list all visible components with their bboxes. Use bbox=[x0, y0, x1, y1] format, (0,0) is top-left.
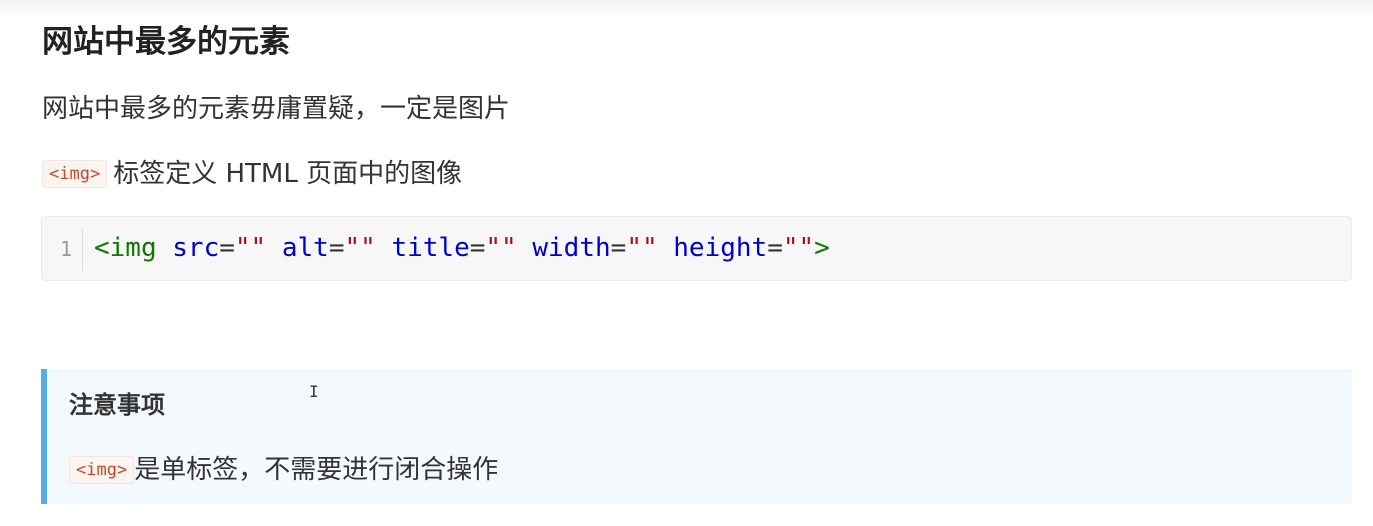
code-equals: = bbox=[469, 233, 486, 263]
code-attr-src: src bbox=[172, 233, 220, 263]
inline-code-img: <img> bbox=[69, 456, 135, 484]
code-attr-alt: alt bbox=[281, 233, 329, 263]
code-line[interactable]: <img src="" alt="" title="" width="" hei… bbox=[94, 231, 830, 265]
code-attr-height: height bbox=[673, 233, 768, 263]
callout-title: 注意事项 bbox=[69, 391, 165, 419]
code-attr-width: width bbox=[532, 233, 611, 263]
callout-body: <img> 是单标签，不需要进行闭合操作 bbox=[69, 453, 498, 487]
code-tag-open: <img bbox=[94, 233, 157, 263]
code-equals: = bbox=[767, 233, 783, 263]
code-string: "" bbox=[234, 233, 267, 263]
top-shadow bbox=[0, 0, 1373, 18]
code-string: "" bbox=[485, 233, 517, 263]
code-block[interactable]: 1 <img src="" alt="" title="" width="" h… bbox=[41, 216, 1352, 281]
callout-text: 是单标签，不需要进行闭合操作 bbox=[134, 455, 499, 485]
code-attr-title: title bbox=[391, 233, 470, 263]
code-gutter: 1 bbox=[42, 229, 83, 271]
code-string: "" bbox=[626, 233, 658, 263]
code-equals: = bbox=[610, 233, 627, 263]
img-description-text: 标签定义 HTML 页面中的图像 bbox=[113, 159, 463, 189]
code-tag-close: > bbox=[814, 233, 830, 263]
code-string: "" bbox=[782, 233, 815, 263]
intro-paragraph: 网站中最多的元素毋庸置疑，一定是图片 bbox=[42, 94, 511, 124]
line-number: 1 bbox=[59, 237, 72, 261]
document-page: 网站中最多的元素 网站中最多的元素毋庸置疑，一定是图片 <img> 标签定义 HT… bbox=[0, 0, 1373, 526]
img-description-paragraph: <img> 标签定义 HTML 页面中的图像 bbox=[42, 157, 462, 191]
section-heading: 网站中最多的元素 bbox=[42, 24, 290, 60]
code-equals: = bbox=[219, 233, 235, 263]
note-callout: 注意事项 <img> 是单标签，不需要进行闭合操作 bbox=[41, 369, 1352, 504]
code-string: "" bbox=[344, 233, 376, 263]
text-cursor-icon: I bbox=[309, 382, 319, 401]
code-equals: = bbox=[328, 233, 345, 263]
inline-code-img: <img> bbox=[42, 160, 108, 188]
